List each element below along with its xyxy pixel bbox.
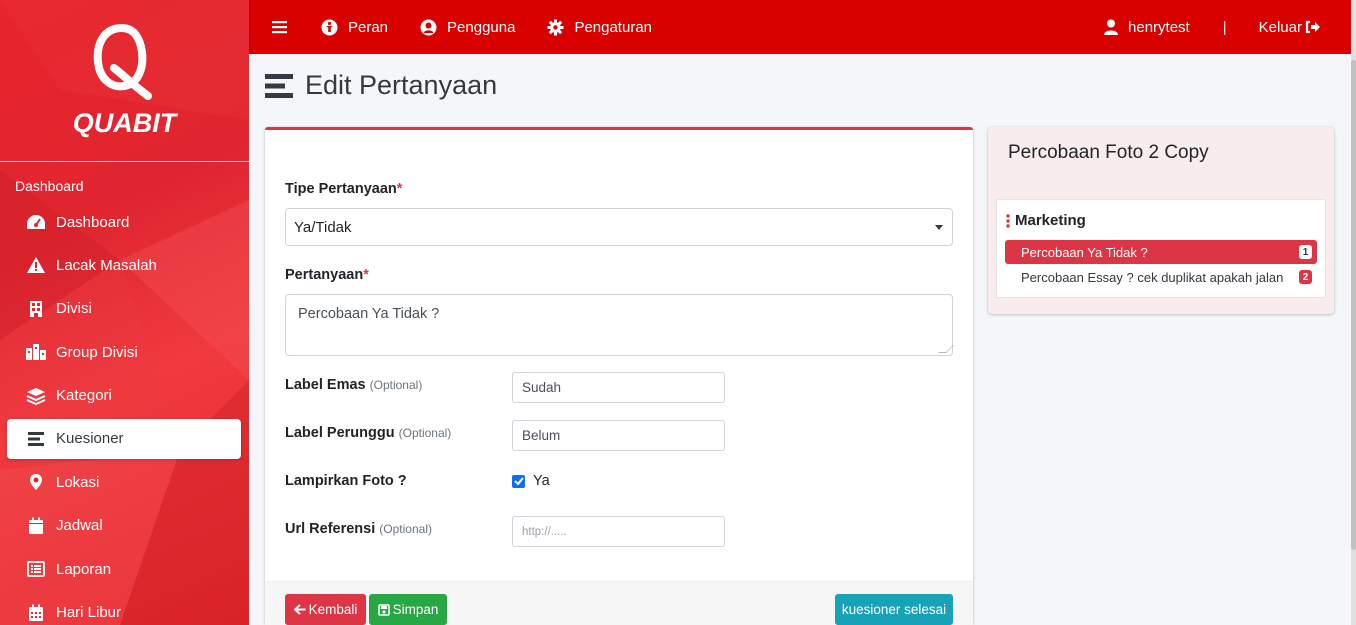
- user-circle-icon: [420, 19, 437, 35]
- calendar-icon: [25, 515, 47, 537]
- type-label: Tipe Pertanyaan*: [285, 181, 403, 197]
- save-button[interactable]: Simpan: [369, 594, 447, 625]
- role-icon: [321, 19, 338, 35]
- save-icon: [377, 603, 390, 616]
- question-number-badge: 1: [1299, 245, 1312, 259]
- url-input[interactable]: http://.....: [512, 516, 725, 547]
- page-scrollbar[interactable]: [1351, 0, 1356, 625]
- layers-icon: [25, 385, 47, 407]
- group-name: Marketing: [1015, 212, 1086, 229]
- questionnaire-panel: Percobaan Foto 2 Copy Marketing Percobaa…: [988, 127, 1334, 314]
- question-list-item[interactable]: Percobaan Essay ? cek duplikat apakah ja…: [1005, 265, 1317, 289]
- sidebar-item-divisi[interactable]: Divisi: [7, 289, 241, 329]
- question-textarea[interactable]: Percobaan Ya Tidak ?: [285, 294, 954, 356]
- nav-peran[interactable]: Peran: [321, 19, 388, 36]
- sidebar-item-kuesioner[interactable]: Kuesioner: [7, 418, 241, 459]
- topbar: Peran Pengguna Pengaturan henrytest | Ke…: [249, 0, 1351, 54]
- page-title-text: Edit Pertanyaan: [305, 70, 498, 100]
- list-alt-icon: [25, 558, 47, 580]
- question-number-badge: 2: [1299, 270, 1312, 284]
- sidebar-item-hari-libur[interactable]: Hari Libur: [7, 593, 241, 625]
- arrow-left-icon: [293, 604, 306, 615]
- sidebar-item-lacak-masalah[interactable]: Lacak Masalah: [7, 245, 241, 285]
- group-heading[interactable]: Marketing: [1006, 212, 1086, 229]
- sidebar-item-group-divisi[interactable]: Group Divisi: [7, 332, 241, 372]
- menu-toggle-button[interactable]: [272, 20, 297, 34]
- question-value: Percobaan Ya Tidak ?: [298, 306, 440, 322]
- drag-handle-icon[interactable]: [1006, 213, 1010, 228]
- brand-logo[interactable]: QUABIT: [0, 0, 249, 162]
- sign-out-icon: [1305, 20, 1320, 34]
- list-icon: [25, 428, 47, 450]
- sidebar-item-label: Lokasi: [56, 473, 100, 491]
- sidebar-item-label: Hari Libur: [56, 604, 122, 622]
- url-label: Url Referensi (Optional): [285, 521, 432, 537]
- nav-peran-label: Peran: [348, 18, 389, 36]
- nav-pengaturan[interactable]: Pengaturan: [547, 19, 652, 36]
- question-form-card: Tipe Pertanyaan* Ya/Tidak Pertanyaan* Pe…: [265, 127, 973, 625]
- sidebar: QUABIT Dashboard Dashboard Lacak Masalah…: [0, 0, 249, 625]
- card-footer: Kembali Simpan kuesioner selesai: [265, 581, 973, 625]
- city-icon: [25, 341, 47, 363]
- list-icon: [265, 73, 293, 98]
- nav-pengaturan-label: Pengaturan: [574, 18, 653, 36]
- warning-icon: [25, 254, 47, 276]
- building-icon: [25, 298, 47, 320]
- sidebar-item-jadwal[interactable]: Jadwal: [7, 506, 241, 546]
- checkbox-checked-icon[interactable]: [512, 474, 525, 488]
- sidebar-item-label: Group Divisi: [56, 343, 138, 361]
- back-button[interactable]: Kembali: [285, 594, 366, 625]
- sidebar-item-label: Kuesioner: [56, 430, 124, 448]
- username: henrytest: [1128, 18, 1190, 36]
- resize-handle-icon[interactable]: [938, 345, 954, 353]
- question-list-item[interactable]: Percobaan Ya Tidak ? 1: [1005, 240, 1317, 264]
- gear-icon: [547, 19, 564, 35]
- finish-questionnaire-button[interactable]: kuesioner selesai: [835, 594, 953, 625]
- sidebar-item-laporan[interactable]: Laporan: [7, 549, 241, 589]
- tachometer-icon: [25, 211, 47, 233]
- sidebar-item-lokasi[interactable]: Lokasi: [7, 462, 241, 502]
- user-menu[interactable]: henrytest: [1104, 19, 1190, 36]
- logout-label: Keluar: [1258, 18, 1302, 36]
- sidebar-item-label: Divisi: [56, 300, 92, 318]
- scrollbar-thumb[interactable]: [1351, 60, 1356, 550]
- gold-label-input[interactable]: Sudah: [512, 372, 725, 403]
- quabit-logo-icon: [93, 23, 152, 100]
- sidebar-item-kategori[interactable]: Kategori: [7, 376, 241, 416]
- question-type-value: Ya/Tidak: [294, 218, 352, 236]
- topbar-separator: |: [1222, 18, 1227, 36]
- question-list-panel: Marketing Percobaan Ya Tidak ? 1 Percoba…: [996, 199, 1326, 298]
- nav-pengguna-label: Pengguna: [447, 18, 516, 36]
- page-title: Edit Pertanyaan: [265, 70, 497, 101]
- gold-label: Label Emas (Optional): [285, 377, 423, 393]
- hamburger-icon: [272, 21, 287, 34]
- sidebar-item-label: Laporan: [56, 560, 112, 578]
- sidebar-item-dashboard[interactable]: Dashboard: [7, 202, 241, 242]
- question-type-select[interactable]: Ya/Tidak: [285, 208, 953, 246]
- sidebar-item-label: Dashboard: [56, 213, 130, 231]
- user-icon: [1104, 19, 1119, 35]
- photo-checkbox[interactable]: Ya: [512, 473, 550, 489]
- brand-name: QUABIT: [72, 108, 177, 138]
- photo-label: Lampirkan Foto ?: [285, 473, 407, 489]
- sidebar-item-label: Lacak Masalah: [56, 256, 157, 274]
- calendar-days-icon: [25, 602, 47, 624]
- bronze-label: Label Perunggu (Optional): [285, 425, 452, 441]
- sidebar-item-label: Kategori: [56, 387, 112, 405]
- bronze-label-input[interactable]: Belum: [512, 420, 725, 451]
- logout-button[interactable]: Keluar: [1259, 19, 1331, 36]
- question-label: Pertanyaan*: [285, 267, 369, 283]
- nav-pengguna[interactable]: Pengguna: [420, 19, 515, 36]
- questionnaire-title: Percobaan Foto 2 Copy: [1008, 142, 1209, 163]
- caret-down-icon: [935, 225, 943, 230]
- sidebar-header: Dashboard: [15, 178, 84, 194]
- photo-checkbox-label: Ya: [533, 473, 550, 489]
- map-marker-icon: [25, 471, 47, 493]
- sidebar-item-label: Jadwal: [56, 517, 103, 535]
